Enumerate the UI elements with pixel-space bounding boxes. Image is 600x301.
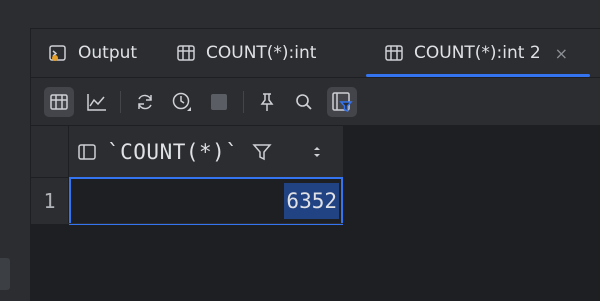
row-number: 1 [31, 178, 69, 224]
pin-tab-button[interactable] [252, 87, 282, 117]
column-name: `COUNT(*)` [107, 139, 239, 164]
table-cell[interactable]: 6352 [69, 177, 343, 225]
tab-count-int[interactable]: COUNT(*):int [176, 29, 316, 77]
toolbar-separator [243, 91, 244, 113]
chart-view-icon [87, 94, 106, 111]
tab-count-int-2[interactable]: COUNT(*):int 2 × [365, 29, 591, 77]
output-console-icon [48, 43, 68, 63]
pin-icon [260, 93, 274, 111]
tab-count-int-label: COUNT(*):int [206, 43, 317, 63]
stop-icon [211, 94, 227, 110]
top-panel-strip [30, 0, 600, 29]
rail-scroll-stub[interactable] [0, 258, 10, 290]
sort-icon[interactable] [309, 142, 325, 162]
refresh-button[interactable] [130, 87, 160, 117]
refresh-icon [138, 94, 152, 110]
tab-output[interactable]: Output [48, 29, 137, 77]
search-button[interactable] [289, 87, 319, 117]
table-icon [384, 43, 404, 63]
stop-button[interactable] [204, 87, 234, 117]
search-icon [296, 94, 312, 110]
chart-view-button[interactable] [82, 87, 112, 117]
table-view-button[interactable] [44, 87, 74, 117]
results-tab-bar: Output COUNT(*):int COUNT(*):int 2 × [31, 29, 600, 78]
cell-value: 6352 [284, 183, 339, 219]
tab-count-int-2-label: COUNT(*):int 2 [414, 43, 541, 63]
row-divider [31, 223, 343, 224]
column-header[interactable]: `COUNT(*)` [69, 126, 343, 178]
toolbar-separator [120, 91, 121, 113]
tab-output-label: Output [78, 43, 138, 63]
column-panel-icon [77, 142, 97, 162]
results-toolbar [31, 78, 600, 126]
grid-corner [31, 126, 69, 178]
table-icon [176, 43, 196, 63]
history-clock-icon [172, 92, 191, 111]
close-icon[interactable]: × [555, 44, 568, 63]
table-view-icon [50, 94, 68, 110]
filter-panel-button[interactable] [327, 87, 357, 117]
filter-icon[interactable] [252, 142, 273, 162]
history-button[interactable] [167, 87, 197, 117]
filter-panel-icon [332, 92, 353, 113]
result-grid: `COUNT(*)` 1 6352 [31, 126, 600, 301]
left-tool-rail [0, 0, 31, 301]
